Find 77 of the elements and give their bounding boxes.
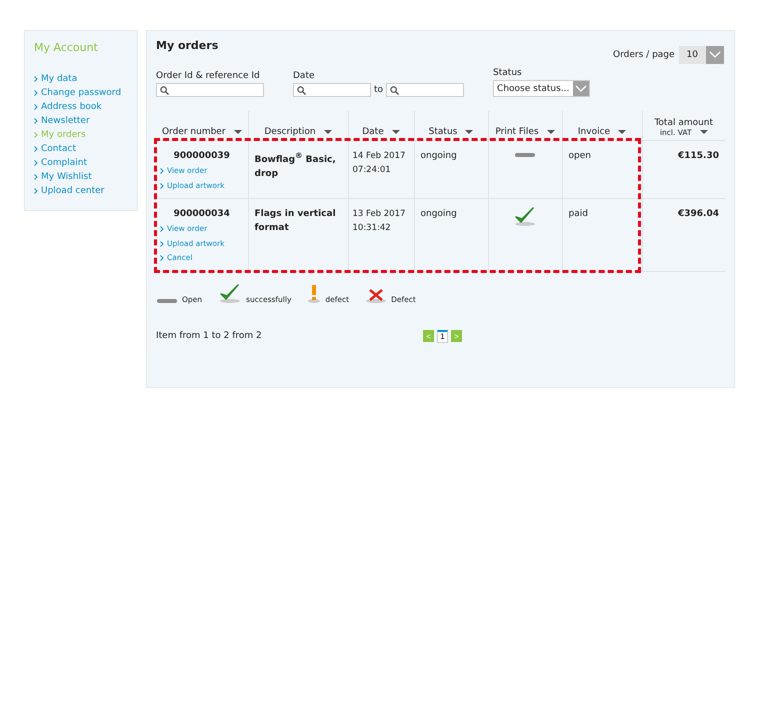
per-page-select[interactable]: 10	[678, 46, 724, 64]
chevron-right-icon	[160, 182, 164, 189]
next-page-button[interactable]: >	[451, 330, 462, 342]
range-separator: to	[374, 85, 384, 95]
chevron-right-icon	[160, 226, 164, 232]
sidebar-link[interactable]: Address book	[34, 100, 102, 114]
order-number: 900000039	[172, 150, 231, 163]
field-label: Order Id & reference Id	[156, 71, 261, 81]
order-status: ongoing	[420, 151, 457, 161]
sidebar-link[interactable]: Newsletter	[34, 114, 90, 128]
order-status: ongoing	[420, 209, 457, 219]
sort-icon	[234, 130, 242, 134]
sort-icon	[618, 130, 626, 134]
order-description: Bowflag$^{®}$ Basic, drop	[254, 150, 337, 181]
page-button[interactable]: 1	[437, 330, 448, 342]
invoice-status: open	[568, 151, 591, 161]
order-time: 07:24:01	[352, 164, 392, 177]
date-from-field[interactable]	[293, 83, 371, 97]
column-header[interactable]: Invoice	[566, 127, 638, 137]
dash-icon	[156, 298, 178, 304]
chevron-right-icon	[34, 118, 38, 124]
chevron-right-icon	[34, 160, 38, 166]
status-select[interactable]: Choose status...	[493, 80, 590, 97]
sidebar-link[interactable]: Upload center	[34, 184, 104, 198]
column-header[interactable]: Order number	[160, 127, 244, 137]
date-to-field[interactable]	[386, 83, 464, 97]
order-date: 13 Feb 2017	[352, 208, 406, 221]
column-header[interactable]: Date	[352, 127, 410, 137]
sidebar-link[interactable]: Change password	[34, 86, 122, 100]
checkmark-icon	[513, 207, 537, 227]
column-header[interactable]: Print Files	[492, 127, 558, 137]
chevron-right-icon	[34, 132, 38, 138]
order-total: €115.30	[678, 151, 719, 161]
item-count: Item from 1 to 2 from 2	[156, 331, 262, 341]
per-page-label: Orders / page	[613, 50, 675, 60]
cross-icon	[365, 288, 388, 304]
chevron-right-icon	[34, 174, 38, 180]
order-description: Flags in vertical format	[254, 208, 337, 235]
chevron-right-icon	[160, 168, 164, 174]
sort-icon	[465, 130, 474, 134]
sidebar-title: My Account	[34, 41, 99, 54]
previous-page-button[interactable]: <	[423, 330, 434, 342]
chevron-right-icon	[34, 104, 38, 110]
sidebar-link[interactable]: My orders	[34, 128, 86, 142]
sidebar-link[interactable]: Contact	[34, 142, 76, 156]
chevron-right-icon	[34, 188, 38, 194]
order-time: 10:31:42	[352, 222, 392, 235]
page-title: My orders	[156, 39, 220, 52]
search-icon	[160, 86, 169, 94]
checkmark-icon	[218, 284, 242, 304]
field-label: Date	[293, 71, 316, 81]
field-label: Status	[493, 68, 523, 78]
invoice-status: paid	[568, 209, 588, 219]
dash-icon	[514, 152, 536, 158]
sort-icon	[392, 130, 400, 134]
sort-icon	[700, 130, 708, 135]
exclamation-icon	[307, 284, 322, 304]
search-icon	[390, 86, 400, 94]
chevron-right-icon	[160, 255, 164, 262]
chevron-down-icon	[575, 84, 588, 92]
chevron-right-icon	[34, 76, 38, 82]
search-field[interactable]	[156, 83, 264, 97]
order-number: 900000034	[172, 208, 231, 221]
chevron-down-icon	[709, 51, 721, 59]
sort-icon	[324, 130, 332, 134]
column-header[interactable]: Description	[252, 127, 344, 137]
sidebar-link[interactable]: My Wishlist	[34, 170, 92, 184]
column-header[interactable]: Status	[418, 127, 484, 137]
chevron-right-icon	[34, 90, 38, 96]
chevron-right-icon	[160, 240, 164, 247]
search-icon	[297, 86, 306, 94]
sort-icon	[546, 130, 555, 134]
sidebar-link[interactable]: My data	[34, 72, 78, 86]
order-total: €396.04	[678, 209, 719, 219]
chevron-right-icon	[34, 146, 38, 152]
order-date: 14 Feb 2017	[352, 150, 406, 163]
sidebar-link[interactable]: Complaint	[34, 156, 88, 170]
